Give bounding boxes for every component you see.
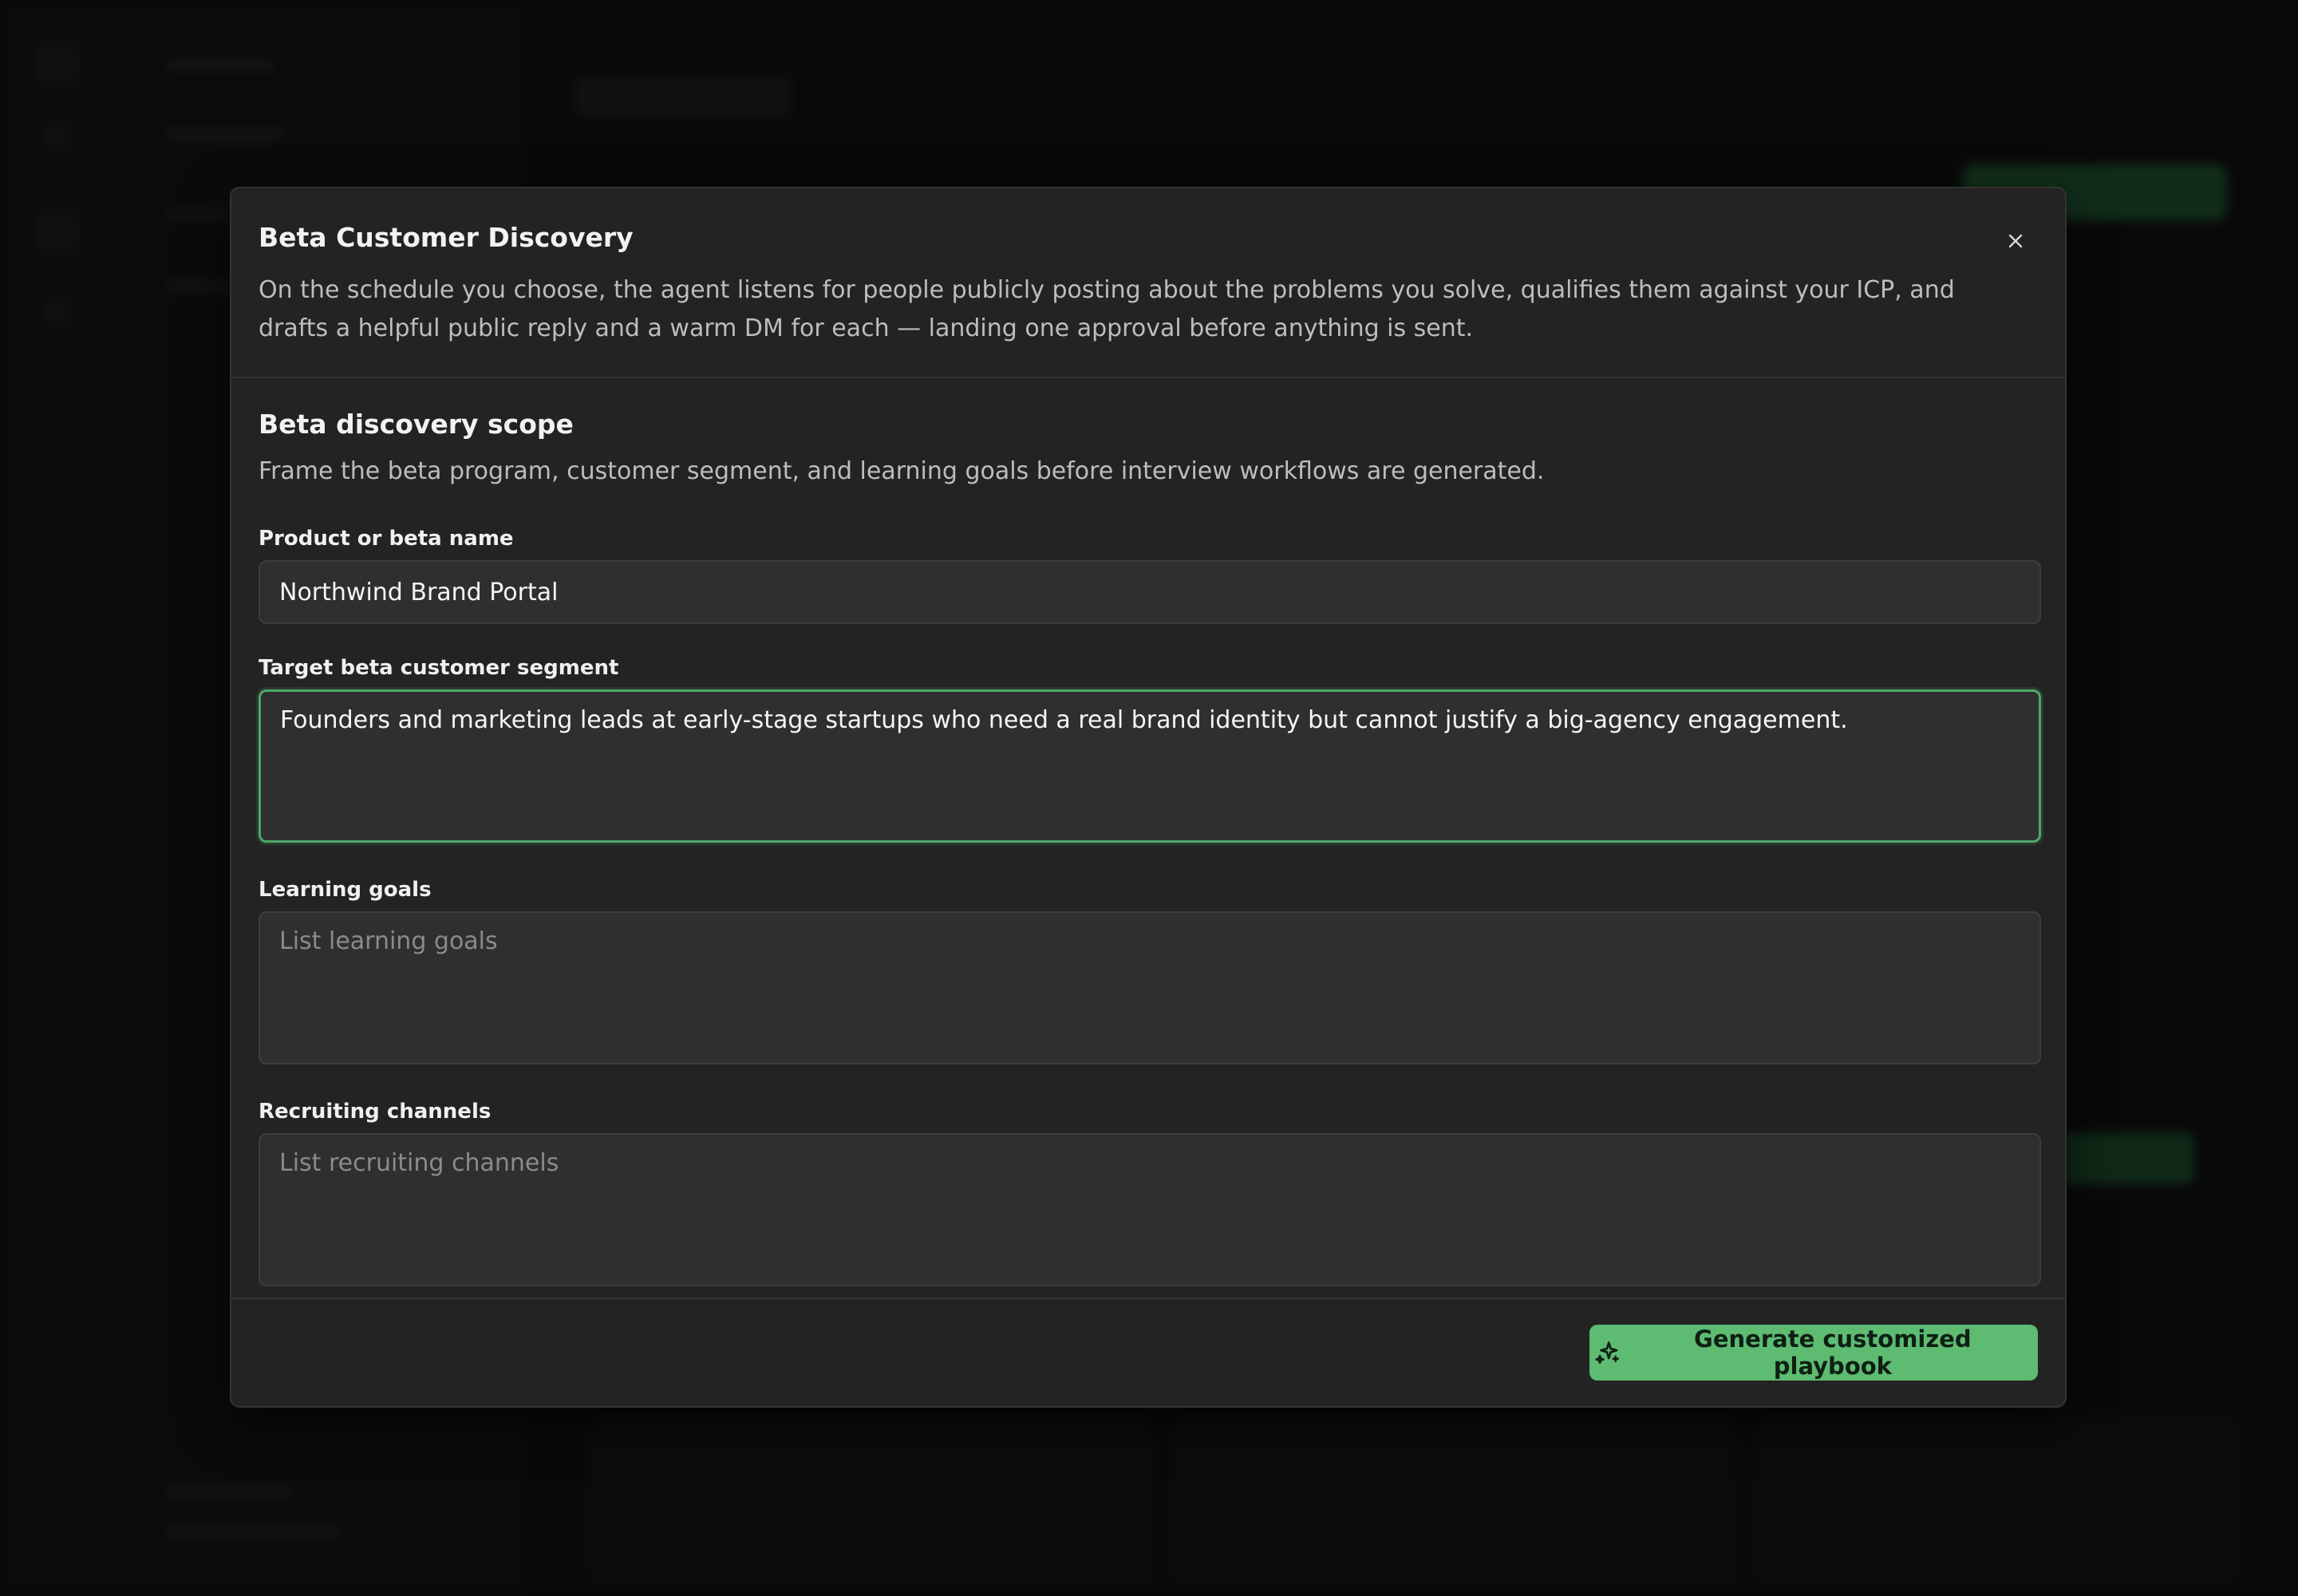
modal-title: Beta Customer Discovery <box>259 222 634 253</box>
recruiting-channels-label: Recruiting channels <box>259 1100 492 1124</box>
close-icon <box>2008 234 2023 248</box>
playbook-modal: Beta Customer Discovery On the schedule … <box>230 187 2067 1408</box>
generate-playbook-label: Generate customized playbook <box>1694 1325 1972 1380</box>
target-segment-label: Target beta customer segment <box>259 656 619 681</box>
target-segment-textarea[interactable]: Founders and marketing leads at early-st… <box>259 689 2041 843</box>
field-recruiting-channels: Recruiting channels <box>259 1100 2041 1290</box>
section-description: Frame the beta program, customer segment… <box>259 457 1545 486</box>
sparkles-icon <box>1595 1341 1619 1364</box>
product-name-label: Product or beta name <box>259 527 514 551</box>
field-target-segment: Target beta customer segment Founders an… <box>259 656 2041 846</box>
modal-description: On the schedule you choose, the agent li… <box>259 275 1955 342</box>
close-button[interactable] <box>1998 223 2033 259</box>
recruiting-channels-textarea[interactable] <box>259 1133 2041 1287</box>
learning-goals-textarea[interactable] <box>259 911 2041 1065</box>
generate-playbook-button[interactable]: Generate customized playbook <box>1589 1325 2038 1381</box>
field-learning-goals: Learning goals <box>259 878 2041 1068</box>
modal-footer: Generate customized playbook <box>231 1298 2065 1406</box>
modal-body: Beta discovery scope Frame the beta prog… <box>231 378 2065 1290</box>
section-title: Beta discovery scope <box>259 408 574 440</box>
product-name-input[interactable] <box>259 560 2041 625</box>
modal-header: Beta Customer Discovery On the schedule … <box>231 188 2065 378</box>
field-product-name: Product or beta name <box>259 527 2041 625</box>
learning-goals-label: Learning goals <box>259 878 432 903</box>
